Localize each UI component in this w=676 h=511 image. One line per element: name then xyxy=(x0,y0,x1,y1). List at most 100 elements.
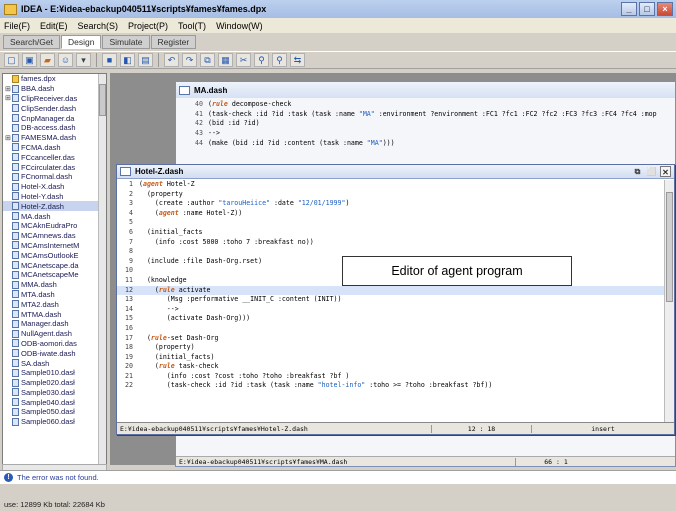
code-line[interactable]: 40 (rule decompose-check xyxy=(186,100,675,110)
copy-icon[interactable]: ⧉ xyxy=(200,53,215,67)
code-line[interactable]: 16 xyxy=(117,324,665,334)
menu-search[interactable]: Search(S) xyxy=(78,21,119,31)
code-line[interactable]: 17 (rule-set Dash-Org xyxy=(117,334,665,344)
file-tree-item[interactable]: Sample060.dasł xyxy=(3,417,106,427)
file-tree-item[interactable]: MTA2.dash xyxy=(3,299,106,309)
restore-icon[interactable]: ⧉ xyxy=(632,166,643,177)
file-tree-item[interactable]: NullAgent.dash xyxy=(3,329,106,339)
code-line[interactable]: 13 (Msg :performative __INIT_C :content … xyxy=(117,295,665,305)
undo-icon[interactable]: ↶ xyxy=(164,53,179,67)
new-project-icon[interactable]: ▣ xyxy=(22,53,37,67)
file-tree-item[interactable]: Hotel-Z.dash xyxy=(3,201,106,212)
code-line[interactable]: 15 (activate Dash-Org))) xyxy=(117,314,665,324)
code-line[interactable]: 4 (agent :name Hotel-Z)) xyxy=(117,209,665,219)
redo-icon[interactable]: ↷ xyxy=(182,53,197,67)
file-tree-item[interactable]: Hotel-Y.dash xyxy=(3,192,106,202)
file-tree-scrollbar[interactable] xyxy=(98,74,106,464)
file-tree-item[interactable]: ⊞ FAMESMA.dash xyxy=(3,133,106,143)
tab-register[interactable]: Register xyxy=(150,35,197,49)
code-line[interactable]: 5 xyxy=(117,218,665,228)
file-tree-item[interactable]: CnpManager.da xyxy=(3,113,106,123)
file-tree-item[interactable]: Hotel-X.dash xyxy=(3,182,106,192)
menu-project[interactable]: Project(P) xyxy=(128,21,168,31)
file-tree-item[interactable]: MCAmsInternetM xyxy=(3,241,106,251)
cut-icon[interactable]: ✂ xyxy=(236,53,251,67)
file-tree-item[interactable]: MCAmsOutlookE xyxy=(3,250,106,260)
menu-tool[interactable]: Tool(T) xyxy=(178,21,206,31)
expand-icon[interactable]: ⊞ xyxy=(5,85,11,93)
file-tree-item[interactable]: MCAnetscape.da xyxy=(3,260,106,270)
hotel-vertical-scrollbar[interactable] xyxy=(664,180,674,422)
save-all-icon[interactable]: ◧ xyxy=(120,53,135,67)
tab-search-get[interactable]: Search/Get xyxy=(3,35,60,49)
find-next-icon[interactable]: ⚲ xyxy=(272,53,287,67)
code-line[interactable]: 3 (create :author "tarouHeiice" :date "1… xyxy=(117,199,665,209)
code-line[interactable]: 12 (rule activate xyxy=(117,285,665,296)
file-tree-item[interactable]: MA.dash xyxy=(3,211,106,221)
code-line[interactable]: 1 (agent Hotel-Z xyxy=(117,180,665,190)
code-line[interactable]: 6 (initial_facts xyxy=(117,228,665,238)
tab-design[interactable]: Design xyxy=(61,35,102,49)
file-tree-item[interactable]: FCcanceller.das xyxy=(3,152,106,162)
agent-icon[interactable]: ☺ xyxy=(58,53,73,67)
file-tree-item[interactable]: Sample010.dasł xyxy=(3,368,106,378)
code-line[interactable]: 44 (make (bid :id ?id :content (task :na… xyxy=(186,139,675,149)
file-tree-item[interactable]: ClipSender.dash xyxy=(3,103,106,113)
file-tree-item[interactable]: MTA.dash xyxy=(3,290,106,300)
open-folder-icon[interactable]: ▰ xyxy=(40,53,55,67)
code-line[interactable]: 20 (rule task-check xyxy=(117,362,665,372)
code-line[interactable]: 2 (property xyxy=(117,190,665,200)
file-tree-item[interactable]: Sample050.dasł xyxy=(3,407,106,417)
code-line[interactable]: 7 (info :cost 5000 :toho 7 :breakfast no… xyxy=(117,238,665,248)
file-tree-item[interactable]: FCnormal.dash xyxy=(3,172,106,182)
expand-icon[interactable]: ⊞ xyxy=(5,134,11,142)
file-tree-item[interactable]: Sample040.dasł xyxy=(3,397,106,407)
file-tree-item[interactable]: MCAnetscapeMe xyxy=(3,270,106,280)
code-line[interactable]: 43 --> xyxy=(186,129,675,139)
file-tree-item[interactable]: MCAknEudraPro xyxy=(3,221,106,231)
find-icon[interactable]: ⚲ xyxy=(254,53,269,67)
maximize-button[interactable]: □ xyxy=(639,2,655,16)
code-line[interactable]: 41 (task-check :id ?id :task (task :name… xyxy=(186,110,675,120)
menu-edit[interactable]: Edit(E) xyxy=(40,21,68,31)
file-tree-item[interactable]: ODB-aomori.das xyxy=(3,339,106,349)
file-tree-item[interactable]: Manager.dash xyxy=(3,319,106,329)
new-file-icon[interactable]: ▢ xyxy=(4,53,19,67)
minimize-button[interactable]: _ xyxy=(621,2,637,16)
file-tree-item[interactable]: fames.dpx xyxy=(3,74,106,84)
code-line[interactable]: 18 (property) xyxy=(117,343,665,353)
file-tree-item[interactable]: FCcirculater.das xyxy=(3,162,106,172)
file-tree-item[interactable]: FCMA.dash xyxy=(3,143,106,153)
file-tree-item[interactable]: ⊞ ClipReceiver.das xyxy=(3,94,106,104)
tab-simulate[interactable]: Simulate xyxy=(102,35,150,49)
ma-code-area[interactable]: 40 (rule decompose-check 41 (task-check :i… xyxy=(186,100,675,149)
code-line[interactable]: 42 (bid :id ?id) xyxy=(186,119,675,129)
file-tree-item[interactable]: MTMA.dash xyxy=(3,309,106,319)
maximize-icon[interactable]: ⬜ xyxy=(646,166,657,177)
code-line[interactable]: 19 (initial_facts) xyxy=(117,353,665,363)
code-line[interactable]: 14 --> xyxy=(117,305,665,315)
file-tree-item[interactable]: ODB-iwate.dash xyxy=(3,348,106,358)
file-tree-item[interactable]: MCAmnews.das xyxy=(3,231,106,241)
menu-file[interactable]: File(F) xyxy=(4,21,30,31)
expand-icon[interactable]: ⊞ xyxy=(5,94,11,102)
file-tree-item[interactable]: DB-access.dash xyxy=(3,123,106,133)
code-line[interactable]: 21 (info :cost ?cost :toho ?toho :breakf… xyxy=(117,372,665,382)
menu-window[interactable]: Window(W) xyxy=(216,21,263,31)
close-button[interactable]: × xyxy=(657,2,673,16)
save-icon[interactable]: ■ xyxy=(102,53,117,67)
code-line[interactable]: 22 (task-check :id ?id :task (task :name… xyxy=(117,381,665,391)
hotel-code-area[interactable]: 1 (agent Hotel-Z 2 (property 3 (create :aut… xyxy=(117,180,665,422)
paste-icon[interactable]: ▦ xyxy=(218,53,233,67)
file-tree-item[interactable]: ⊞ BBA.dash xyxy=(3,84,106,94)
file-tree-item[interactable]: Sample020.dasł xyxy=(3,378,106,388)
file-tree-item[interactable]: Sample030.dasł xyxy=(3,388,106,398)
replace-icon[interactable]: ⇆ xyxy=(290,53,305,67)
file-tree-item[interactable]: MMA.dash xyxy=(3,280,106,290)
print-icon[interactable]: ▤ xyxy=(138,53,153,67)
hotel-window-titlebar[interactable]: Hotel-Z.dash ⧉ ⬜ ✕ xyxy=(117,165,674,179)
ma-window-titlebar[interactable]: MA.dash xyxy=(176,82,675,98)
close-icon[interactable]: ✕ xyxy=(660,166,671,177)
file-tree-item[interactable]: SA.dash xyxy=(3,358,106,368)
dropdown-arrow-icon[interactable]: ▾ xyxy=(76,53,91,67)
